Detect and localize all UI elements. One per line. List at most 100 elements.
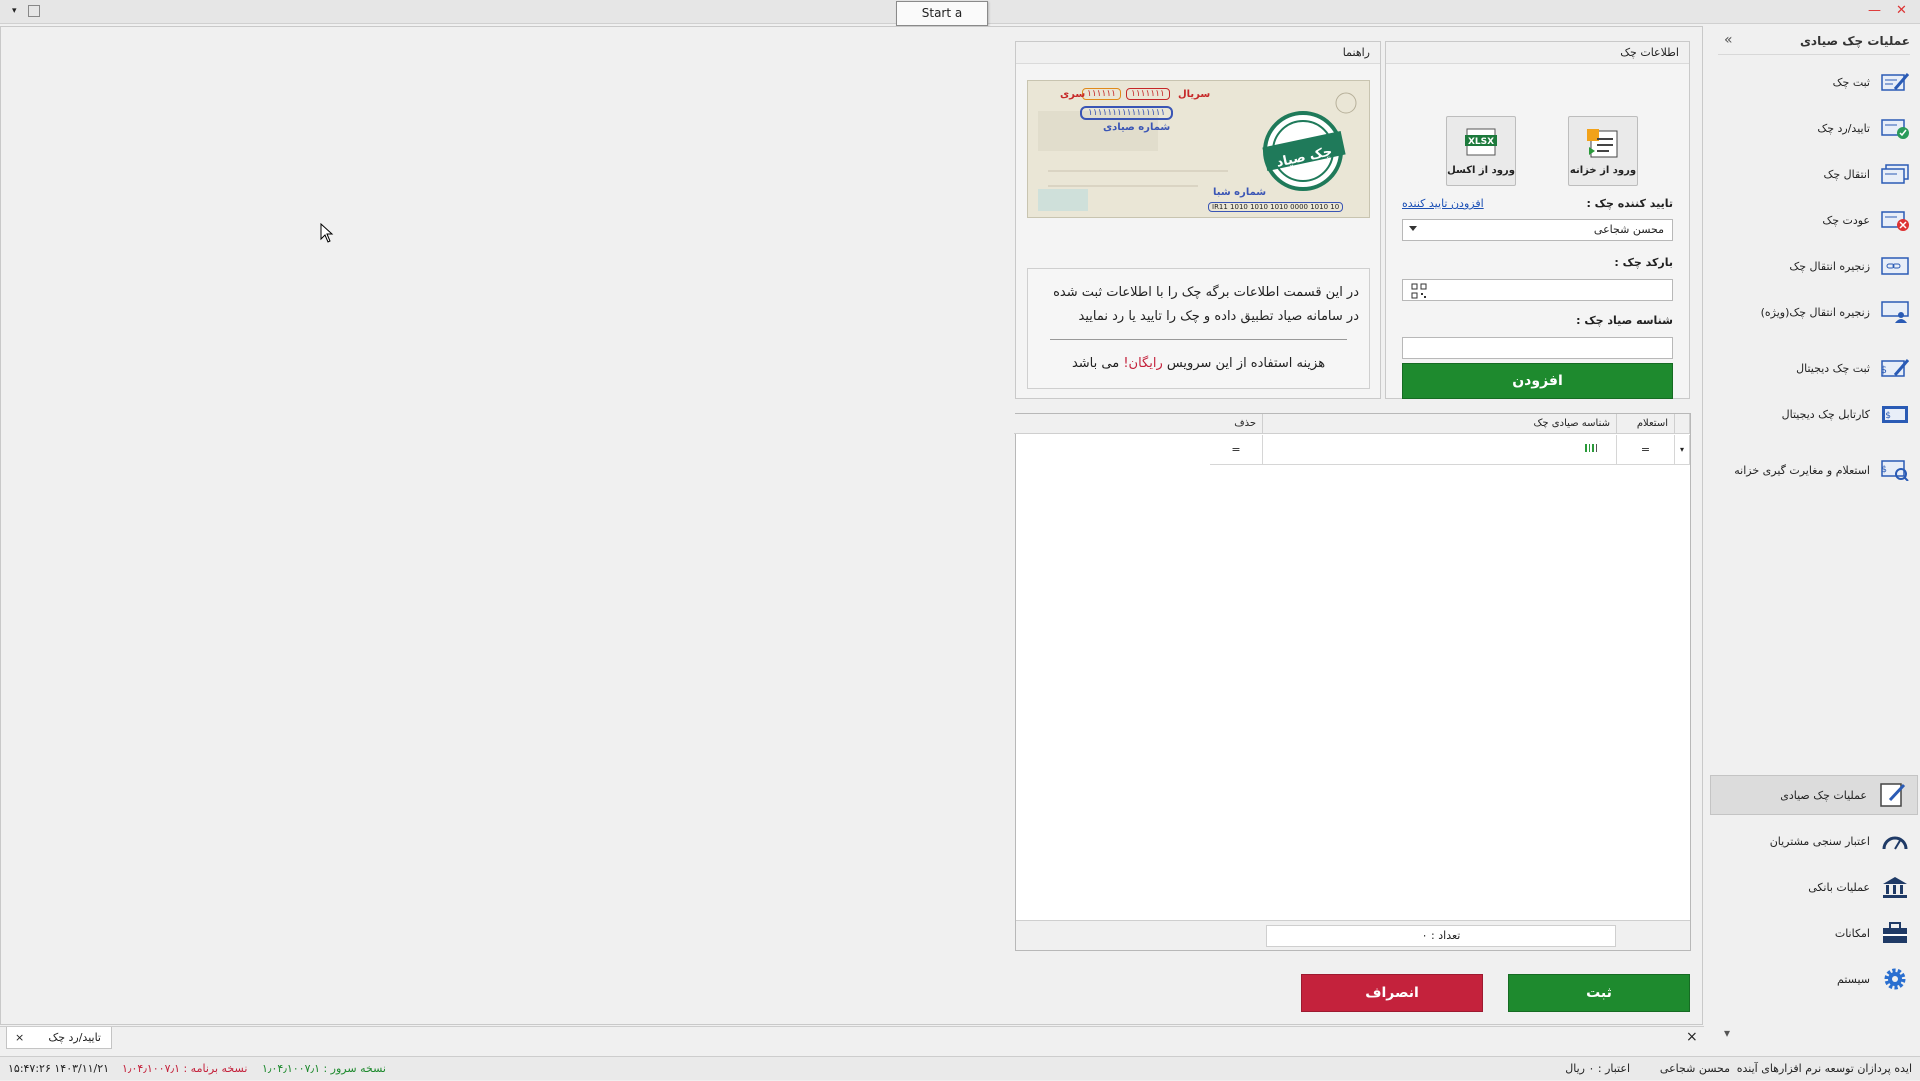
import-treasury-button[interactable]: ورود از خزانه (1568, 116, 1638, 186)
cancel-button[interactable]: انصراف (1301, 974, 1483, 1012)
sidebar-item-digital-cheque[interactable]: $ ثبت چک دیجیتال (1708, 349, 1920, 387)
chevron-down-icon[interactable] (1409, 226, 1417, 231)
svg-text:$: $ (1881, 465, 1887, 475)
panel-title: اطلاعات چک (1386, 42, 1689, 64)
row-sayad-id-cell[interactable] (1263, 435, 1617, 465)
cheque-sheba-label: شماره شبا (1213, 187, 1267, 198)
tab-close-icon[interactable]: × (15, 1027, 24, 1049)
tab-label: تایید/رد چک (48, 1031, 101, 1044)
cheque-info-panel: اطلاعات چک ورود از خزانه XLSX ورود از اک… (1385, 41, 1690, 399)
status-user: محسن شجاعی (1659, 1062, 1730, 1075)
grid-header-delete[interactable]: حذف (1210, 414, 1263, 434)
row-count: تعداد : ۰ (1266, 925, 1616, 947)
cost-suffix: می باشد (1071, 356, 1120, 371)
sidebar-item-label: ثبت چک دیجیتال (1796, 361, 1870, 375)
window-icon[interactable] (28, 5, 40, 17)
sidebar: عملیات چک صیادی » ثبت چک تایید/رد چک انت… (1708, 26, 1920, 1050)
sidebar-section-sayad-operations[interactable]: عملیات چک صیادی (1710, 775, 1918, 815)
divider (1718, 54, 1910, 55)
grid-row-indicator-header (1675, 414, 1690, 434)
sample-cheque-image: چک صیاد سریال ۱۱۱۱۱۱۱ ۱۱۱۱۱۱ سری ۱۱۱۱۱۱۱… (1027, 80, 1370, 218)
cheque-check-icon (1880, 115, 1910, 141)
sidebar-section-credit-check[interactable]: اعتبار سنجی مشتریان (1708, 822, 1920, 860)
cheque-chain-user-icon (1880, 299, 1910, 325)
cheque-transfer-icon (1880, 161, 1910, 187)
sidebar-item-label: استعلام و مغایرت گیری خزانه (1734, 463, 1870, 477)
cheque-grid: استعلام شناسه صیادی چک حذف ▾ = = تعداد :… (1014, 413, 1691, 951)
sidebar-item-label: عملیات بانکی (1808, 880, 1870, 894)
work-area: اطلاعات چک ورود از خزانه XLSX ورود از اک… (0, 26, 1703, 1025)
grid-header-inquiry[interactable]: استعلام (1617, 414, 1675, 434)
save-button[interactable]: ثبت (1508, 974, 1690, 1012)
status-server-version: نسخه سرور : ۱٫۰۴٫۱۰۰۷٫۱ (262, 1062, 386, 1075)
cheque-sheba-value: IR11 1010 1010 1010 0000 1010 10 (1208, 202, 1344, 212)
sidebar-item-transfer-chain[interactable]: زنجیره انتقال چک (1708, 247, 1920, 285)
cheque-series-value: ۱۱۱۱۱۱ (1082, 88, 1122, 100)
mouse-cursor-icon (320, 223, 334, 243)
barcode-scan-icon (1585, 444, 1597, 452)
add-button[interactable]: افزودن (1402, 363, 1673, 399)
treasury-inquiry-icon: $ (1880, 457, 1910, 483)
minimize-icon[interactable]: — (1868, 3, 1881, 19)
status-bar: ایده پردازان توسعه نرم افزارهای آینده مح… (0, 1056, 1920, 1080)
divider (1050, 339, 1347, 340)
gear-icon (1880, 966, 1910, 992)
sidebar-section-banking[interactable]: عملیات بانکی (1708, 868, 1920, 906)
collapse-sidebar-icon[interactable]: » (1724, 32, 1733, 48)
grid-header-sayad-id[interactable]: شناسه صیادی چک (1263, 414, 1617, 434)
new-row-indicator-icon: ▾ (1675, 435, 1690, 465)
sidebar-item-approve-reject[interactable]: تایید/رد چک (1708, 109, 1920, 147)
cheque-sayad-number: ۱۱۱۱۱۱۱۱۱۱۱۱۱۱۱۱ (1080, 106, 1174, 120)
approver-select[interactable]: محسن شجاعی (1402, 219, 1673, 241)
svg-text:$: $ (1881, 365, 1887, 376)
sidebar-item-label: تایید/رد چک (1817, 121, 1870, 135)
status-credit: اعتبار : ۰ ریال (1565, 1062, 1630, 1075)
sidebar-item-label: انتقال چک (1823, 167, 1871, 181)
edit-document-icon (1877, 782, 1907, 808)
tab-approve-reject[interactable]: تایید/رد چک × (6, 1027, 112, 1049)
row-inquiry-cell[interactable]: = (1617, 435, 1675, 465)
sidebar-item-label: امکانات (1834, 926, 1870, 940)
treasury-import-icon (1587, 128, 1618, 157)
sidebar-item-transfer-chain-special[interactable]: زنجیره انتقال چک(ویژه) (1708, 293, 1920, 331)
sidebar-item-transfer[interactable]: انتقال چک (1708, 155, 1920, 193)
panel-title: راهنما (1016, 42, 1380, 64)
sayad-id-input[interactable] (1402, 337, 1673, 359)
svg-text:$: $ (1885, 411, 1891, 421)
sidebar-item-label: عملیات چک صیادی (1780, 788, 1867, 802)
menu-dropdown-icon[interactable]: ▾ (12, 3, 17, 19)
cost-free: رایگان! (1123, 356, 1163, 371)
qr-code-icon[interactable] (1411, 283, 1427, 299)
cost-line: هزینه استفاده از این سرویس رایگان! می با… (1038, 352, 1359, 376)
digital-cheque-pen-icon: $ (1880, 355, 1910, 381)
approver-value: محسن شجاعی (1593, 223, 1664, 236)
sidebar-item-label: ثبت چک (1832, 75, 1870, 89)
toolbox-icon (1880, 920, 1910, 946)
excel-badge-text: XLSX (1468, 137, 1494, 147)
sidebar-section-system[interactable]: سیستم (1708, 960, 1920, 998)
row-delete-cell[interactable]: = (1210, 435, 1263, 465)
cheque-serial-value: ۱۱۱۱۱۱۱ (1126, 88, 1170, 100)
gauge-icon (1880, 828, 1910, 854)
barcode-input[interactable] (1402, 279, 1673, 301)
cheque-serial-label: سریال (1178, 89, 1211, 100)
cheque-chain-icon (1880, 253, 1910, 279)
sidebar-item-label: زنجیره انتقال چک(ویژه) (1760, 305, 1870, 319)
status-app-version: نسخه برنامه : ۱٫۰۴٫۱۰۰۷٫۱ (122, 1062, 248, 1075)
sidebar-section-tools[interactable]: امکانات (1708, 914, 1920, 952)
add-approver-link[interactable]: افزودن تایید کننده (1402, 197, 1484, 210)
sidebar-item-register-cheque[interactable]: ثبت چک (1708, 63, 1920, 101)
bank-icon (1880, 874, 1910, 900)
sidebar-item-return[interactable]: عودت چک (1708, 201, 1920, 239)
sidebar-item-digital-cartable[interactable]: $ کارتابل چک دیجیتال (1708, 395, 1920, 433)
close-all-tabs-icon[interactable]: × (1686, 1029, 1698, 1045)
chevron-down-icon[interactable]: ▾ (1724, 1026, 1730, 1040)
import-excel-button[interactable]: XLSX ورود از اکسل (1446, 116, 1516, 186)
help-text-box: در این قسمت اطلاعات برگه چک را با اطلاعا… (1027, 268, 1370, 389)
grid-footer: تعداد : ۰ (1016, 920, 1690, 950)
sidebar-item-treasury-inquiry[interactable]: $ استعلام و مغایرت گیری خزانه (1708, 451, 1920, 489)
sidebar-item-label: اعتبار سنجی مشتریان (1769, 834, 1870, 848)
close-window-icon[interactable]: ✕ (1896, 3, 1907, 19)
guide-panel: راهنما چک صیاد سریال ۱۱۱۱۱۱۱ ۱۱۱۱۱۱ سری … (1015, 41, 1381, 399)
sidebar-title: عملیات چک صیادی (1799, 34, 1910, 48)
